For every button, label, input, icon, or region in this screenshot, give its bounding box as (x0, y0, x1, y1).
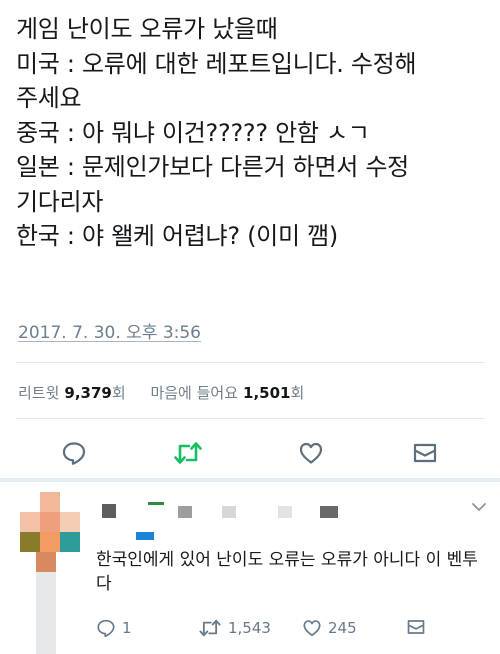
tweet-stats: 리트윗 9,379회 마음에 들어요 1,501회 (18, 382, 324, 403)
avatar-mosaic (36, 552, 56, 572)
reply-reply-button[interactable]: 1 (96, 618, 132, 638)
tweet-text: 게임 난이도 오류가 났을때 미국 : 오류에 대한 레포트입니다. 수정해 주… (16, 12, 490, 254)
retweet-icon (199, 619, 221, 637)
tweet-text-line: 기다리자 (16, 187, 104, 216)
main-tweet: 게임 난이도 오류가 났을때 미국 : 오류에 대한 레포트입니다. 수정해 주… (0, 0, 500, 478)
tweet-text-line: 한국 : 야 왤케 어렵냐? (이미 깸) (16, 222, 338, 250)
reply-retweet-button[interactable]: 1,543 (198, 618, 271, 638)
divider (16, 418, 484, 419)
heart-icon (303, 620, 321, 637)
retweet-stat-count: 9,379 (64, 384, 112, 402)
tweet-timestamp-link[interactable]: 2017. 7. 30. 오후 3:56 (18, 318, 201, 343)
envelope-icon (413, 443, 437, 463)
tweet-text-line: 주세요 (16, 84, 82, 112)
avatar[interactable] (20, 492, 80, 552)
reply-author-redacted (96, 492, 476, 540)
reply-like-button[interactable]: 245 (302, 618, 357, 638)
envelope-icon (407, 620, 425, 634)
like-stat-label: 마음에 들어요 (150, 384, 239, 402)
retweet-stat-unit: 회 (111, 384, 126, 402)
retweet-stat-link[interactable]: 리트윗 9,379회 (18, 382, 126, 403)
reply-action-bar: 1 1,543 245 (96, 618, 486, 642)
like-button[interactable] (294, 436, 328, 470)
reply-count: 1 (122, 619, 132, 637)
thread-line (36, 572, 56, 654)
more-options-button[interactable] (470, 498, 488, 517)
tweet-action-bar (0, 436, 500, 470)
direct-message-button[interactable] (408, 436, 442, 470)
like-stat-link[interactable]: 마음에 들어요 1,501회 (150, 382, 304, 403)
like-stat-unit: 회 (290, 384, 305, 402)
retweet-icon (174, 442, 202, 464)
like-stat-count: 1,501 (243, 384, 291, 402)
retweet-button[interactable] (171, 436, 205, 470)
tweet-text-line: 게임 난이도 오류가 났을때 (16, 15, 278, 43)
reply-icon (97, 619, 115, 638)
retweet-count: 1,543 (228, 619, 271, 637)
chevron-down-icon (472, 503, 486, 511)
retweet-stat-label: 리트윗 (18, 384, 60, 402)
reply-message-button[interactable] (406, 618, 426, 636)
reply-icon (62, 442, 86, 465)
tweet-text-line: 중국 : 아 뭐냐 이건????? 안함 ㅅㄱ (16, 118, 370, 147)
like-count: 245 (328, 619, 357, 637)
heart-icon (299, 442, 323, 464)
reply-tweet: 한국인에게 있어 난이도 오류는 오류가 아니다 이 벤투다 1 1,543 2… (0, 482, 500, 654)
tweet-text-line: 미국 : 오류에 대한 레포트입니다. 수정해 (16, 49, 417, 78)
reply-button[interactable] (57, 436, 91, 470)
divider (16, 362, 484, 363)
reply-text: 한국인에게 있어 난이도 오류는 오류가 아니다 이 벤투다 (96, 550, 478, 594)
tweet-text-line: 일본 : 문제인가보다 다른거 하면서 수정 (16, 153, 409, 181)
